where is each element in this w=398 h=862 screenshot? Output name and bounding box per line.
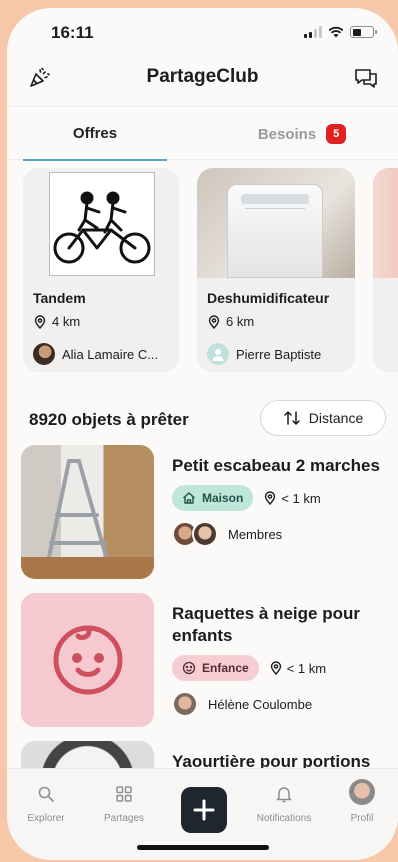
- tab-offres-label: Offres: [72, 124, 118, 142]
- bell-icon: [276, 787, 292, 803]
- nav-explorer-label: Explorer: [27, 813, 65, 824]
- nav-partages[interactable]: Partages: [85, 785, 163, 824]
- add-item-button[interactable]: [181, 787, 227, 833]
- list-header: 8920 objets à prêter Distance: [27, 400, 386, 440]
- location-pin-icon: [34, 314, 46, 329]
- category-tag-maison[interactable]: Maison: [172, 485, 254, 511]
- tab-besoins-label: Besoins: [257, 125, 317, 143]
- item-title: Petit escabeau 2 marches: [172, 456, 380, 475]
- featured-carousel[interactable]: Tandem 4 km Alia Lamaire C... Deshumidif…: [7, 168, 398, 380]
- search-icon: [38, 786, 54, 802]
- status-time: 16:11: [51, 23, 94, 42]
- sort-arrows-icon: [284, 411, 300, 425]
- profile-avatar: [349, 779, 375, 805]
- battery-icon: [350, 26, 377, 38]
- nav-notifications[interactable]: Notifications: [245, 785, 323, 824]
- nav-explorer[interactable]: Explorer: [7, 785, 85, 824]
- baby-face-icon: [21, 593, 154, 727]
- item-distance: < 1 km: [281, 490, 321, 506]
- category-tag-enfance[interactable]: Enfance: [172, 655, 259, 681]
- wifi-icon: [328, 26, 344, 38]
- location-pin-icon: [270, 661, 281, 675]
- home-icon: [183, 492, 195, 504]
- category-label: Enfance: [202, 661, 249, 675]
- featured-card[interactable]: Tandem 4 km Alia Lamaire C...: [23, 168, 179, 372]
- chat-bubbles-icon[interactable]: [352, 64, 380, 92]
- list-item[interactable]: Petit escabeau 2 marches Maison < 1 km M…: [21, 445, 391, 579]
- app-header: PartageClub: [7, 60, 398, 106]
- step-ladder-image: [21, 445, 154, 579]
- items-count: 8920 objets à prêter: [29, 410, 189, 429]
- card-distance: 4 km: [52, 314, 81, 329]
- avatar: [172, 691, 198, 717]
- avatar: [33, 343, 55, 365]
- nav-profil[interactable]: Profil: [323, 779, 398, 824]
- grid-icon: [116, 786, 132, 802]
- app-title: PartageClub: [146, 66, 259, 87]
- nav-partages-label: Partages: [103, 813, 145, 824]
- status-bar: 16:11: [7, 8, 398, 58]
- member-avatars: [172, 521, 218, 547]
- location-pin-icon: [265, 491, 276, 505]
- default-avatar-icon: [207, 343, 229, 365]
- sort-distance-button[interactable]: Distance: [260, 400, 386, 436]
- location-pin-icon: [208, 314, 220, 329]
- dehumidifier-image: [197, 168, 355, 278]
- card-distance: 6 km: [226, 314, 255, 329]
- list-item[interactable]: Raquettes à neige pour enfants Enfance <…: [21, 593, 391, 727]
- item-distance: < 1 km: [286, 660, 327, 676]
- tab-offres[interactable]: Offres: [23, 107, 167, 161]
- tandem-image: [23, 168, 179, 278]
- nav-profil-label: Profil: [350, 813, 374, 824]
- baby-icon: [182, 661, 196, 675]
- category-label: Maison: [202, 491, 244, 505]
- tab-bar: Offres Besoins 5: [7, 106, 398, 161]
- featured-card[interactable]: [373, 168, 398, 372]
- card-user-name: Pierre Baptiste: [236, 346, 322, 362]
- tab-besoins[interactable]: Besoins 5: [207, 107, 397, 161]
- featured-card[interactable]: Deshumidificateur 6 km Pierre Baptiste: [197, 168, 355, 372]
- home-indicator: [137, 845, 269, 850]
- besoins-count-badge: 5: [326, 124, 347, 144]
- bottom-nav: Explorer Partages Notifications Profil: [7, 768, 398, 860]
- item-owner: Hélène Coulombe: [208, 696, 313, 712]
- item-owner: Membres: [228, 526, 283, 542]
- signal-icon: [304, 26, 322, 38]
- phone-screen: 16:11 PartageClub Offres Besoins 5 Tande…: [7, 8, 398, 860]
- sort-label: Distance: [308, 410, 364, 426]
- card-user-name: Alia Lamaire C...: [62, 346, 159, 362]
- card-title: Tandem: [33, 290, 86, 306]
- item-title: Raquettes à neige pour enfants: [172, 604, 360, 645]
- card-title: Deshumidificateur: [207, 290, 330, 306]
- nav-notifications-label: Notifications: [256, 813, 312, 824]
- avatar: [192, 521, 218, 547]
- plus-icon: [193, 799, 215, 821]
